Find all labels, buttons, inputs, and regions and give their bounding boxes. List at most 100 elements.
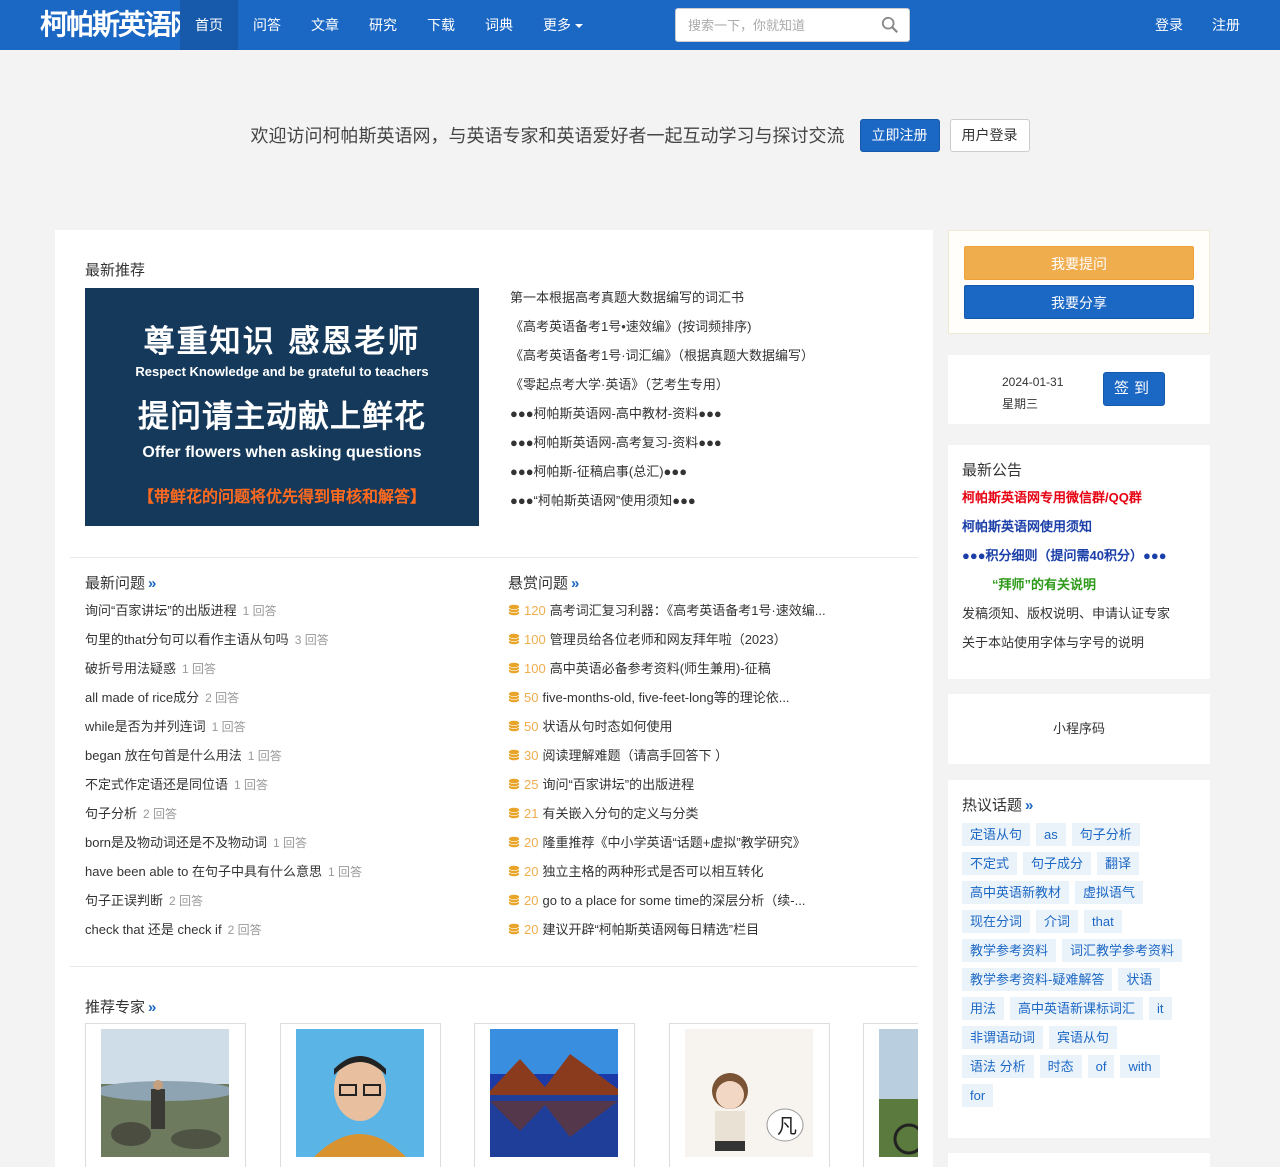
- login-link[interactable]: 登录: [1155, 0, 1183, 50]
- notice-item[interactable]: ●●●积分细则（提问需40积分）●●●: [962, 544, 1196, 573]
- bounty-question-row[interactable]: 20 建议开辟“柯帕斯英语网每日精选”栏目: [508, 920, 868, 949]
- notice-item[interactable]: 柯帕斯英语网使用须知: [962, 515, 1196, 544]
- expert-card[interactable]: [85, 1023, 246, 1167]
- notice-item[interactable]: “拜师”的有关说明: [962, 573, 1196, 602]
- nav-more-dropdown[interactable]: 更多: [528, 0, 598, 50]
- latest-question-row[interactable]: born是及物动词还是不及物动词 1 回答: [85, 833, 495, 862]
- question-title[interactable]: 不定式作定语还是同位语: [85, 777, 228, 792]
- share-button[interactable]: 我要分享: [964, 285, 1194, 319]
- topic-tag[interactable]: 定语从句: [962, 823, 1031, 846]
- recommend-item[interactable]: ●●●柯帕斯英语网-高中教材-资料●●●: [510, 404, 920, 433]
- register-link[interactable]: 注册: [1212, 0, 1240, 50]
- question-title[interactable]: five-months-old, five-feet-long等的理论依...: [542, 690, 789, 705]
- bounty-question-row[interactable]: 100 高中英语必备参考资料(师生兼用)-征稿: [508, 659, 868, 688]
- recommend-item[interactable]: 《高考英语备考1号·词汇编》（根据真题大数据编写）: [510, 346, 920, 375]
- question-title[interactable]: born是及物动词还是不及物动词: [85, 835, 267, 850]
- topic-tag[interactable]: it: [1149, 997, 1172, 1020]
- topic-tag[interactable]: 虚拟语气: [1075, 881, 1144, 904]
- question-title[interactable]: began 放在句首是什么用法: [85, 748, 242, 763]
- question-title[interactable]: 有关嵌入分句的定义与分类: [542, 806, 698, 821]
- recommend-item[interactable]: 《零起点考大学·英语》（艺考生专用）: [510, 375, 920, 404]
- topic-tag[interactable]: of: [1087, 1055, 1115, 1078]
- latest-question-row[interactable]: 句子分析 2 回答: [85, 804, 495, 833]
- question-title[interactable]: 管理员给各位老师和网友拜年啦（2023）: [550, 632, 787, 647]
- latest-question-row[interactable]: 不定式作定语还是同位语 1 回答: [85, 775, 495, 804]
- ask-question-button[interactable]: 我要提问: [964, 246, 1194, 280]
- question-title[interactable]: 句里的that分句可以看作主语从句吗: [85, 632, 289, 647]
- latest-question-row[interactable]: began 放在句首是什么用法 1 回答: [85, 746, 495, 775]
- nav-research[interactable]: 研究: [354, 0, 412, 50]
- topic-tag[interactable]: for: [962, 1084, 994, 1107]
- topic-tag[interactable]: 不定式: [962, 852, 1018, 875]
- topic-tag[interactable]: 介词: [1036, 910, 1079, 933]
- latest-question-row[interactable]: while是否为并列连词 1 回答: [85, 717, 495, 746]
- nav-qa[interactable]: 问答: [238, 0, 296, 50]
- question-title[interactable]: 破折号用法疑惑: [85, 661, 176, 676]
- recommend-item[interactable]: 《高考英语备考1号•速效编》(按词频排序): [510, 317, 920, 346]
- question-title[interactable]: 建议开辟“柯帕斯英语网每日精选”栏目: [542, 922, 759, 937]
- question-title[interactable]: 高考词汇复习利器：《高考英语备考1号·速效编...: [550, 603, 826, 618]
- topic-tag[interactable]: 句子成分: [1023, 852, 1092, 875]
- topic-tag[interactable]: 高中英语新教材: [962, 881, 1070, 904]
- topic-tag[interactable]: 时态: [1039, 1055, 1082, 1078]
- bounty-question-row[interactable]: 50 状语从句时态如何使用: [508, 717, 868, 746]
- bounty-question-row[interactable]: 20 隆重推荐《中小学英语“话题+虚拟”教学研究》: [508, 833, 868, 862]
- topic-tag[interactable]: 教学参考资料: [962, 939, 1057, 962]
- recommend-item[interactable]: ●●●柯帕斯-征稿启事(总汇)●●●: [510, 462, 920, 491]
- latest-question-row[interactable]: check that 还是 check if 2 回答: [85, 920, 495, 949]
- question-title[interactable]: 阅读理解难题（请高手回答下 ）: [542, 748, 728, 763]
- question-title[interactable]: 句子正误判断: [85, 893, 163, 908]
- nav-home[interactable]: 首页: [180, 0, 238, 50]
- bounty-question-row[interactable]: 21 有关嵌入分句的定义与分类: [508, 804, 868, 833]
- question-title[interactable]: go to a place for some time的深层分析（续-...: [542, 893, 805, 908]
- recommend-item[interactable]: ●●●“柯帕斯英语网”使用须知●●●: [510, 491, 920, 520]
- topic-tag[interactable]: 翻译: [1097, 852, 1140, 875]
- nav-articles[interactable]: 文章: [296, 0, 354, 50]
- search-icon[interactable]: [881, 16, 899, 34]
- question-title[interactable]: 询问“百家讲坛”的出版进程: [85, 603, 237, 618]
- topic-tag[interactable]: that: [1084, 910, 1122, 933]
- latest-question-row[interactable]: have been able to 在句子中具有什么意思 1 回答: [85, 862, 495, 891]
- topic-tag[interactable]: 教学参考资料-疑难解答: [962, 968, 1113, 991]
- register-now-button[interactable]: 立即注册: [859, 118, 940, 152]
- bounty-question-row[interactable]: 120 高考词汇复习利器：《高考英语备考1号·速效编...: [508, 601, 868, 630]
- nav-dictionary[interactable]: 词典: [470, 0, 528, 50]
- question-title[interactable]: 句子分析: [85, 806, 137, 821]
- question-title[interactable]: have been able to 在句子中具有什么意思: [85, 864, 322, 879]
- expert-card[interactable]: [474, 1023, 635, 1167]
- expert-card[interactable]: 凡: [669, 1023, 830, 1167]
- bounty-question-row[interactable]: 50 five-months-old, five-feet-long等的理论依..…: [508, 688, 868, 717]
- notice-item[interactable]: 柯帕斯英语网专用微信群/QQ群: [962, 486, 1196, 515]
- expert-card[interactable]: [863, 1023, 918, 1167]
- question-title[interactable]: 询问“百家讲坛”的出版进程: [542, 777, 694, 792]
- bounty-question-row[interactable]: 20 独立主格的两种形式是否可以相互转化: [508, 862, 868, 891]
- bounty-question-row[interactable]: 30 阅读理解难题（请高手回答下 ）: [508, 746, 868, 775]
- latest-question-row[interactable]: 句里的that分句可以看作主语从句吗 3 回答: [85, 630, 495, 659]
- topic-tag[interactable]: with: [1120, 1055, 1160, 1078]
- checkin-button[interactable]: 签到: [1103, 372, 1165, 406]
- latest-question-row[interactable]: 破折号用法疑惑 1 回答: [85, 659, 495, 688]
- user-login-button[interactable]: 用户登录: [949, 118, 1030, 152]
- topic-tag[interactable]: 非谓语动词: [962, 1026, 1044, 1049]
- question-title[interactable]: while是否为并列连词: [85, 719, 206, 734]
- question-title[interactable]: 状语从句时态如何使用: [542, 719, 672, 734]
- latest-question-row[interactable]: 句子正误判断 2 回答: [85, 891, 495, 920]
- topic-tag[interactable]: 高中英语新课标词汇: [1010, 997, 1144, 1020]
- latest-question-row[interactable]: all made of rice成分 2 回答: [85, 688, 495, 717]
- bounty-questions-more-link[interactable]: »: [571, 575, 579, 592]
- hot-topics-more-link[interactable]: »: [1025, 797, 1033, 814]
- question-title[interactable]: 隆重推荐《中小学英语“话题+虚拟”教学研究》: [542, 835, 805, 850]
- notice-item[interactable]: 关于本站使用字体与字号的说明: [962, 631, 1196, 660]
- recommend-item[interactable]: ●●●柯帕斯英语网-高考复习-资料●●●: [510, 433, 920, 462]
- latest-questions-more-link[interactable]: »: [148, 575, 156, 592]
- recommend-item[interactable]: 第一本根据高考真题大数据编写的词汇书: [510, 288, 920, 317]
- nav-download[interactable]: 下载: [412, 0, 470, 50]
- topic-tag[interactable]: 语法 分析: [962, 1055, 1034, 1078]
- bounty-question-row[interactable]: 25 询问“百家讲坛”的出版进程: [508, 775, 868, 804]
- topic-tag[interactable]: 词汇教学参考资料: [1062, 939, 1183, 962]
- recommend-banner[interactable]: 尊重知识 感恩老师 Respect Knowledge and be grate…: [85, 288, 479, 526]
- question-title[interactable]: all made of rice成分: [85, 690, 199, 705]
- question-title[interactable]: 独立主格的两种形式是否可以相互转化: [542, 864, 763, 879]
- topic-tag[interactable]: 句子分析: [1071, 823, 1140, 846]
- site-logo[interactable]: 柯帕斯英语网: [40, 5, 198, 45]
